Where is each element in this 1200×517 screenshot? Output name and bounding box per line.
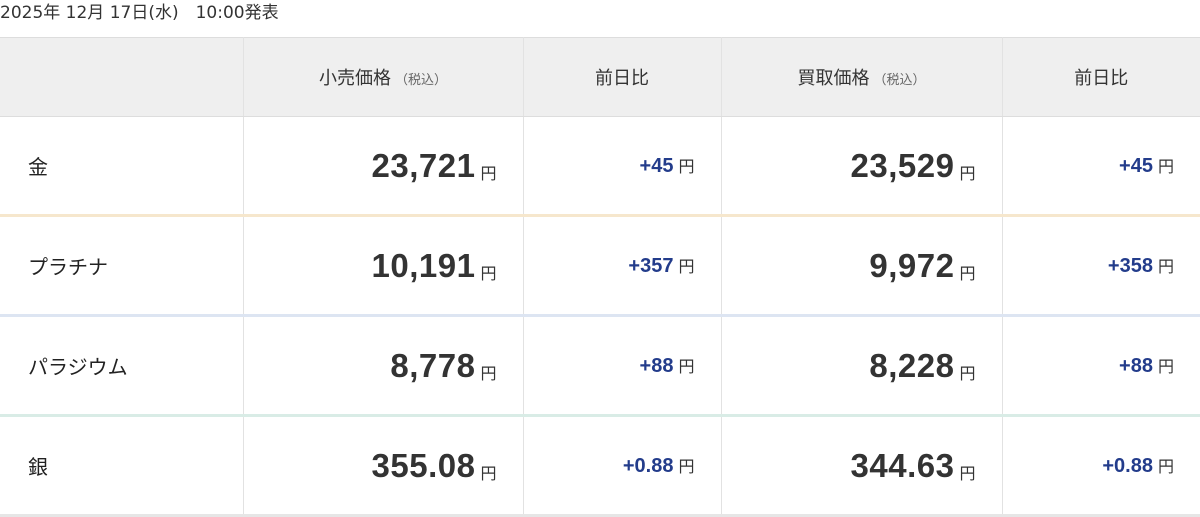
- header-retail-tax: （税込）: [394, 73, 447, 88]
- buy-change-cell: +0.88 円: [1002, 415, 1200, 517]
- retail-change-value: +0.88: [622, 455, 674, 477]
- header-retail-change: 前日比: [523, 37, 722, 117]
- retail-price-cell: 355.08 円: [243, 415, 524, 517]
- buy-price-cell: 9,972 円: [721, 215, 1003, 317]
- buy-price-value: 8,228: [869, 346, 955, 384]
- retail-change-unit: 円: [678, 257, 695, 276]
- header-retail-label: 小売価格: [318, 68, 391, 89]
- retail-change-cell: +357 円: [523, 215, 722, 317]
- buy-price-cell: 344.63 円: [721, 415, 1003, 517]
- buy-change-value: +0.88: [1102, 455, 1153, 477]
- table-row-silver: 銀 355.08 円 +0.88 円 344.63 円 +0.88 円: [0, 415, 1200, 517]
- buy-price-unit: 円: [959, 263, 976, 283]
- retail-price-cell: 8,778 円: [243, 315, 524, 417]
- retail-change-unit: 円: [678, 357, 695, 376]
- retail-price-unit: 円: [480, 463, 497, 483]
- retail-change-cell: +45 円: [523, 116, 722, 217]
- buy-change-cell: +88 円: [1002, 315, 1200, 417]
- buy-price-unit: 円: [959, 363, 976, 383]
- buy-price-value: 23,529: [850, 146, 955, 184]
- retail-change-value: +357: [628, 255, 674, 277]
- retail-change-value: +88: [639, 355, 674, 377]
- table-row-gold: 金 23,721 円 +45 円 23,529 円 +45 円: [0, 116, 1200, 217]
- retail-price-value: 355.08: [371, 446, 476, 484]
- retail-change-unit: 円: [678, 457, 695, 476]
- metal-name: 金: [0, 116, 244, 217]
- retail-price-unit: 円: [480, 363, 497, 383]
- buy-change-unit: 円: [1157, 457, 1174, 476]
- buy-change-unit: 円: [1157, 257, 1174, 276]
- retail-price-unit: 円: [480, 163, 497, 183]
- retail-price-value: 8,778: [390, 346, 476, 384]
- metal-name: プラチナ: [0, 215, 244, 317]
- buy-change-unit: 円: [1157, 157, 1174, 176]
- buy-price-cell: 8,228 円: [721, 315, 1003, 417]
- buy-price-value: 9,972: [869, 246, 955, 284]
- header-buy-price: 買取価格 （税込）: [721, 37, 1003, 117]
- buy-change-value: +358: [1107, 255, 1153, 277]
- metal-name: 銀: [0, 415, 244, 517]
- precious-metal-price-table: 小売価格 （税込） 前日比 買取価格 （税込） 前日比 金 23,721 円 +45 円…: [0, 37, 1200, 517]
- buy-price-cell: 23,529 円: [721, 116, 1003, 217]
- buy-price-value: 344.63: [850, 446, 955, 484]
- retail-change-unit: 円: [678, 157, 695, 176]
- retail-price-cell: 10,191 円: [243, 215, 524, 317]
- retail-change-cell: +88 円: [523, 315, 722, 417]
- buy-price-unit: 円: [959, 463, 976, 483]
- retail-change-value: +45: [639, 155, 674, 177]
- buy-price-unit: 円: [959, 163, 976, 183]
- retail-price-cell: 23,721 円: [243, 116, 524, 217]
- retail-price-value: 10,191: [371, 246, 476, 284]
- publication-timestamp: 2025年 12月 17日(水) 10:00発表: [0, 3, 279, 23]
- table-row-platinum: プラチナ 10,191 円 +357 円 9,972 円 +358 円: [0, 215, 1200, 317]
- header-metal-column: [0, 37, 244, 117]
- header-retail-price: 小売価格 （税込）: [243, 37, 524, 117]
- metal-name: パラジウム: [0, 315, 244, 417]
- buy-change-value: +45: [1119, 155, 1153, 177]
- header-buy-tax: （税込）: [873, 73, 926, 88]
- table-header-row: 小売価格 （税込） 前日比 買取価格 （税込） 前日比: [0, 37, 1200, 117]
- retail-price-unit: 円: [480, 263, 497, 283]
- buy-change-cell: +358 円: [1002, 215, 1200, 317]
- retail-change-cell: +0.88 円: [523, 415, 722, 517]
- buy-change-value: +88: [1119, 355, 1153, 377]
- buy-change-unit: 円: [1157, 357, 1174, 376]
- header-buy-change: 前日比: [1002, 37, 1200, 117]
- retail-price-value: 23,721: [371, 146, 476, 184]
- buy-change-cell: +45 円: [1002, 116, 1200, 217]
- header-buy-label: 買取価格: [797, 68, 870, 89]
- table-row-palladium: パラジウム 8,778 円 +88 円 8,228 円 +88 円: [0, 315, 1200, 417]
